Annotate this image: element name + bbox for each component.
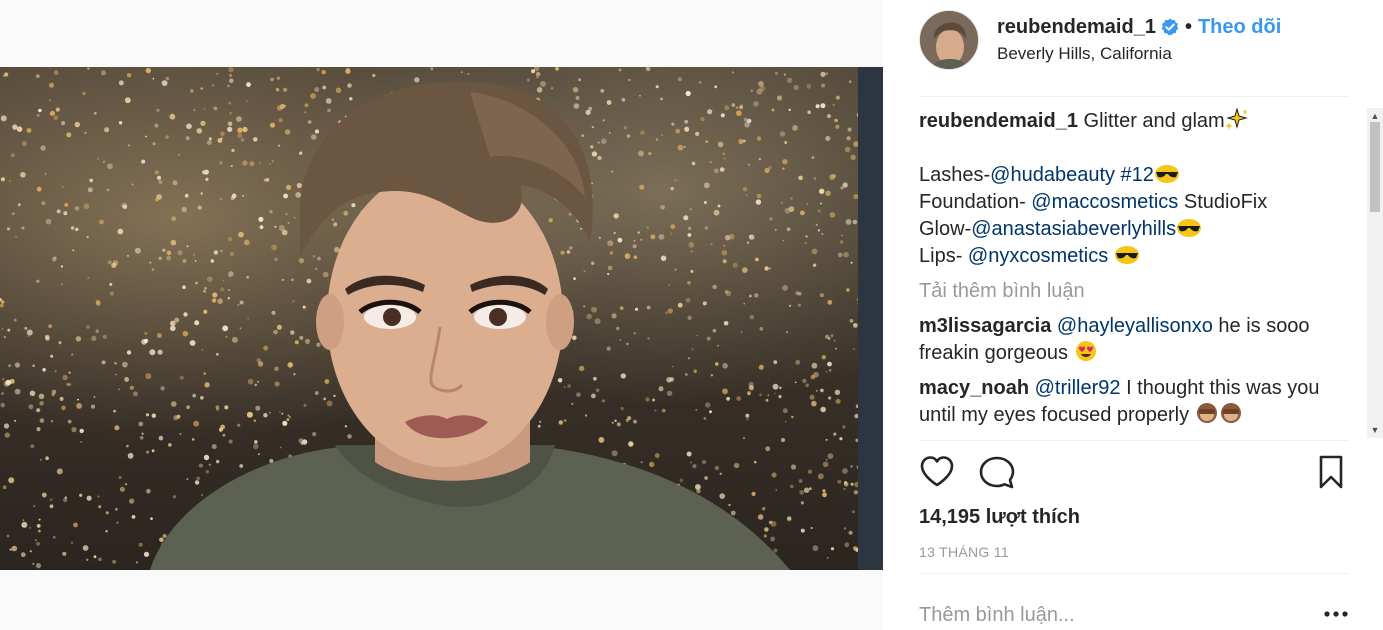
add-comment-input[interactable] xyxy=(919,600,1299,630)
post-actions xyxy=(919,454,1349,494)
comment-item: m3lissagarcia @hayleyallisonxo he is soo… xyxy=(919,313,1354,367)
post-details-panel: reubendemaid_1 • Theo dõi Beverly Hills,… xyxy=(883,0,1383,630)
comment-button[interactable] xyxy=(979,454,1015,490)
like-button[interactable] xyxy=(919,454,955,490)
post-photo[interactable] xyxy=(0,67,883,570)
divider xyxy=(919,440,1349,441)
divider xyxy=(919,573,1349,574)
comments-section: reubendemaid_1 Glitter and glam Lashes-@… xyxy=(919,108,1354,438)
comments-scrollbar[interactable]: ▲ ▼ xyxy=(1367,108,1383,438)
comment-username[interactable]: m3lissagarcia xyxy=(919,315,1051,337)
load-more-comments-button[interactable]: Tải thêm bình luận xyxy=(919,278,1354,305)
post-author-username[interactable]: reubendemaid_1 xyxy=(997,16,1156,39)
caption-line-glow: Glow-@anastasiabeverlyhills xyxy=(919,216,1354,243)
caption-line-foundation: Foundation- @maccosmetics StudioFix xyxy=(919,189,1354,216)
sunglasses-emoji-icon xyxy=(1114,245,1139,265)
post-media-area xyxy=(0,0,883,630)
mention-link[interactable]: @hudabeauty #12 xyxy=(990,164,1154,186)
caption: reubendemaid_1 Glitter and glam Lashes-@… xyxy=(919,108,1354,270)
scroll-down-arrow-icon[interactable]: ▼ xyxy=(1367,422,1383,438)
sunglasses-emoji-icon xyxy=(1154,164,1179,184)
caption-line-lashes: Lashes-@hudabeauty #12 xyxy=(919,162,1354,189)
caption-line-rest: StudioFix xyxy=(1178,191,1268,213)
portrait-subject xyxy=(150,67,883,570)
sunglasses-emoji-icon xyxy=(1176,218,1202,238)
see-no-evil-monkey-icon xyxy=(1195,402,1219,423)
post-header: reubendemaid_1 • Theo dõi Beverly Hills,… xyxy=(919,10,1349,90)
caption-line-label: Lashes- xyxy=(919,164,991,186)
separator-dot: • xyxy=(1184,15,1192,38)
comment-username[interactable]: macy_noah xyxy=(919,377,1029,399)
avatar[interactable] xyxy=(919,10,979,70)
see-no-evil-monkey-icon xyxy=(1219,402,1243,423)
save-button[interactable] xyxy=(1313,454,1349,490)
heart-icon xyxy=(920,456,954,487)
caption-line-label: Foundation- xyxy=(919,191,1032,213)
post-timestamp[interactable]: 13 THÁNG 11 xyxy=(919,544,1009,560)
bookmark-icon xyxy=(1319,455,1343,489)
caption-username[interactable]: reubendemaid_1 xyxy=(919,110,1078,132)
caption-line-label: Lips- xyxy=(919,245,968,267)
scroll-thumb[interactable] xyxy=(1370,122,1380,212)
mention-link[interactable]: @maccosmetics xyxy=(1031,191,1178,213)
caption-line-lips: Lips- @nyxcosmetics xyxy=(919,243,1354,270)
caption-text: Glitter and glam xyxy=(1083,110,1225,132)
speech-bubble-icon xyxy=(979,456,1015,489)
comment-item: macy_noah @triller92 I thought this was … xyxy=(919,375,1354,429)
post-location[interactable]: Beverly Hills, California xyxy=(997,44,1172,64)
divider xyxy=(919,96,1349,97)
username-row: reubendemaid_1 • Theo dõi xyxy=(997,14,1281,40)
mention-link[interactable]: @triller92 xyxy=(1035,377,1121,399)
heart-eyes-emoji-icon xyxy=(1074,340,1098,361)
caption-header: reubendemaid_1 Glitter and glam xyxy=(919,108,1354,135)
sparkles-icon xyxy=(1224,108,1249,130)
follow-button[interactable]: Theo dõi xyxy=(1198,16,1281,39)
caption-line-label: Glow- xyxy=(919,218,972,240)
more-options-button[interactable] xyxy=(1323,604,1349,624)
mention-link[interactable]: @hayleyallisonxo xyxy=(1057,315,1213,337)
mention-link[interactable]: @anastasiabeverlyhills xyxy=(971,218,1176,240)
likes-count[interactable]: 14,195 lượt thích xyxy=(919,506,1080,529)
verified-badge-icon xyxy=(1161,18,1179,36)
ellipsis-icon xyxy=(1324,611,1348,617)
mention-link[interactable]: @nyxcosmetics xyxy=(968,245,1108,267)
